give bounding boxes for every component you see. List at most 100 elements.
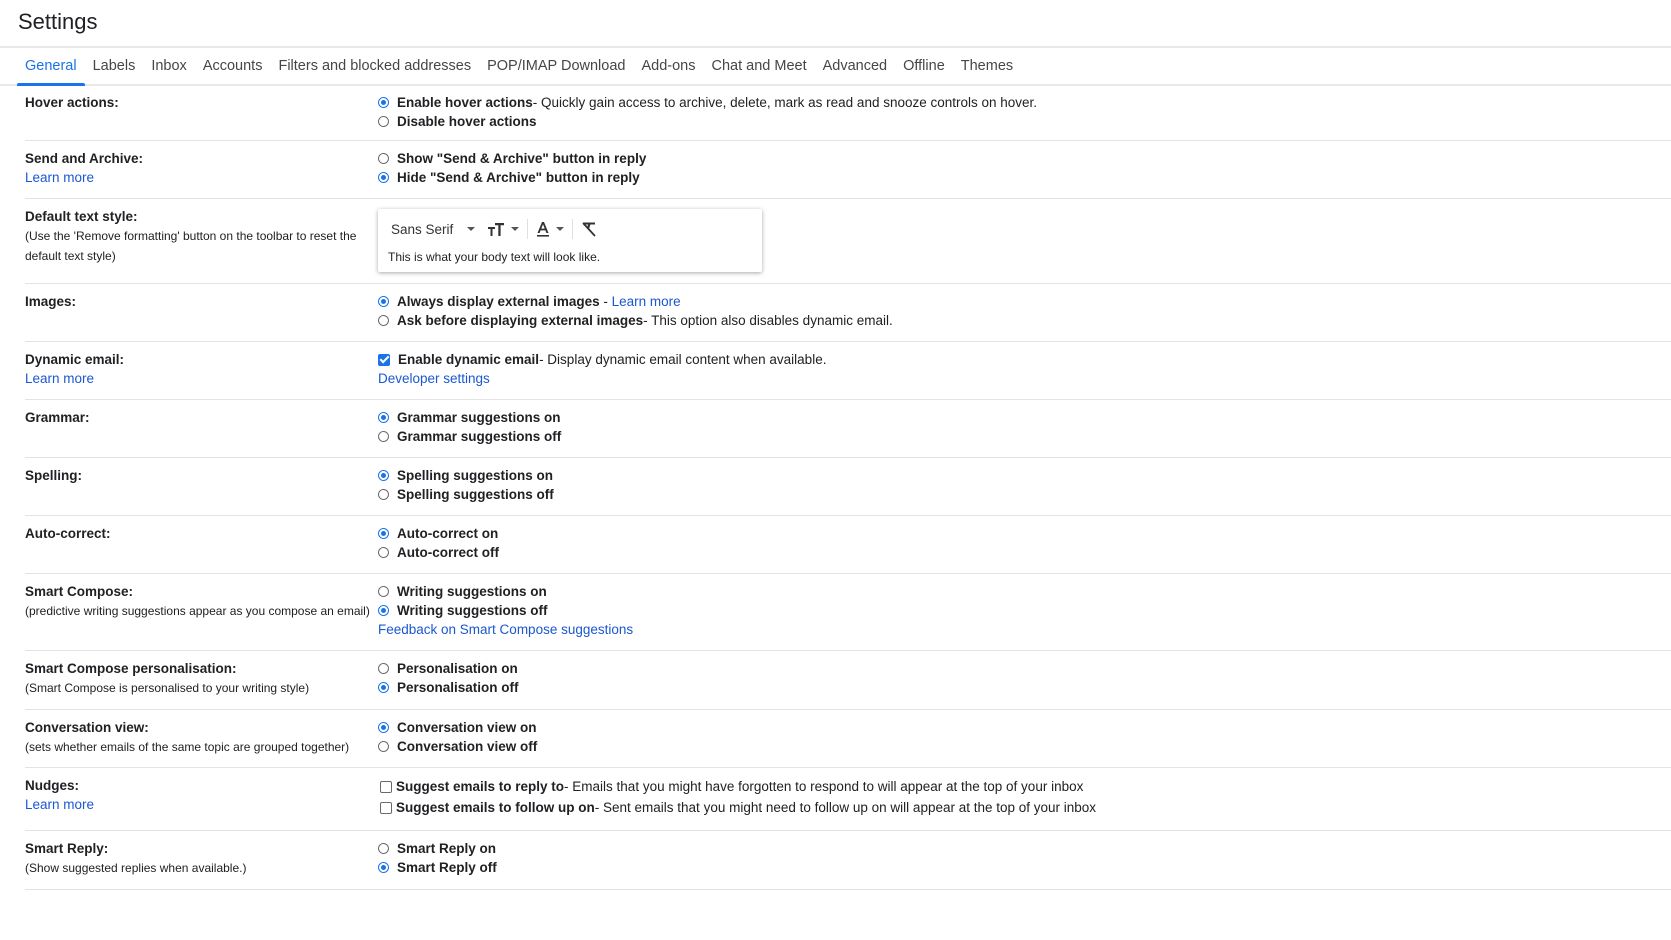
suggest-follow-up-option[interactable]: Suggest emails to follow up on - Sent em… [378, 797, 1096, 818]
option-label: Smart Reply on [397, 841, 497, 856]
spelling-off-option[interactable]: Spelling suggestions off [378, 485, 554, 504]
setting-label: Spelling: [25, 468, 82, 483]
smart-reply-on-option[interactable]: Smart Reply on [378, 839, 497, 858]
learn-more-link[interactable]: Learn more [25, 170, 94, 185]
setting-smart-reply: Smart Reply: (Show suggested replies whe… [25, 831, 1671, 890]
option-description: - Emails that you might have forgotten t… [564, 779, 1084, 794]
tab-advanced[interactable]: Advanced [815, 58, 896, 84]
option-label: Personalisation off [397, 680, 519, 695]
setting-description: (Use the 'Remove formatting' button on t… [25, 229, 357, 263]
auto-correct-on-option[interactable]: Auto-correct on [378, 524, 499, 543]
radio-selected[interactable] [378, 682, 389, 693]
font-family-select[interactable]: Sans Serif [391, 222, 476, 237]
spelling-on-option[interactable]: Spelling suggestions on [378, 466, 554, 485]
option-label: Suggest emails to reply to [396, 779, 565, 794]
personalisation-off-option[interactable]: Personalisation off [378, 678, 519, 697]
radio-selected[interactable] [378, 722, 389, 733]
tab-add-ons[interactable]: Add-ons [633, 58, 703, 84]
setting-label: Dynamic email: [25, 352, 125, 367]
text-color-button[interactable] [536, 221, 565, 237]
tab-themes[interactable]: Themes [953, 58, 1021, 84]
setting-conversation-view: Conversation view: (sets whether emails … [25, 710, 1671, 768]
show-send-archive-option[interactable]: Show "Send & Archive" button in reply [378, 149, 646, 168]
tab-filters[interactable]: Filters and blocked addresses [270, 58, 479, 84]
tab-general[interactable]: General [17, 58, 85, 86]
setting-label: Grammar: [25, 410, 90, 425]
tab-offline[interactable]: Offline [895, 58, 953, 84]
learn-more-link[interactable]: Learn more [25, 797, 94, 812]
writing-suggestions-on-option[interactable]: Writing suggestions on [378, 582, 633, 601]
setting-default-text-style: Default text style: (Use the 'Remove for… [25, 199, 1671, 284]
conversation-view-off-option[interactable]: Conversation view off [378, 737, 537, 756]
checkbox-checked[interactable] [378, 353, 390, 366]
option-label: Writing suggestions off [397, 603, 548, 618]
tab-inbox[interactable]: Inbox [143, 58, 194, 84]
always-display-images-option[interactable]: Always display external images - Learn m… [378, 292, 893, 311]
option-label: Conversation view off [397, 739, 538, 754]
setting-description: (sets whether emails of the same topic a… [25, 740, 350, 754]
learn-more-link[interactable]: Learn more [612, 292, 681, 311]
radio-unselected[interactable] [378, 153, 389, 164]
option-separator: - [599, 294, 612, 309]
setting-smart-compose: Smart Compose: (predictive writing sugge… [25, 574, 1671, 651]
settings-list: Hover actions: Enable hover actions - Qu… [25, 85, 1671, 890]
developer-settings-link[interactable]: Developer settings [378, 369, 490, 388]
option-description: - Sent emails that you might need to fol… [594, 800, 1097, 815]
suggest-reply-option[interactable]: Suggest emails to reply to - Emails that… [378, 776, 1096, 797]
text-size-icon [488, 223, 505, 236]
radio-unselected[interactable] [378, 547, 389, 558]
writing-suggestions-off-option[interactable]: Writing suggestions off [378, 601, 633, 620]
hide-send-archive-option[interactable]: Hide "Send & Archive" button in reply [378, 168, 646, 187]
radio-selected[interactable] [378, 470, 389, 481]
radio-unselected[interactable] [378, 663, 389, 674]
option-label: Disable hover actions [397, 114, 537, 129]
chevron-down-icon [467, 227, 476, 231]
radio-selected[interactable] [378, 296, 389, 307]
radio-selected[interactable] [378, 97, 389, 108]
setting-send-archive: Send and Archive: Learn more Show "Send … [25, 141, 1671, 199]
radio-unselected[interactable] [378, 116, 389, 127]
grammar-on-option[interactable]: Grammar suggestions on [378, 408, 561, 427]
radio-unselected[interactable] [378, 586, 389, 597]
personalisation-on-option[interactable]: Personalisation on [378, 659, 519, 678]
option-description: - This option also disables dynamic emai… [643, 313, 893, 328]
enable-hover-actions-option[interactable]: Enable hover actions - Quickly gain acce… [378, 93, 1037, 112]
setting-label: Default text style: [25, 209, 138, 224]
tab-labels[interactable]: Labels [85, 58, 144, 84]
checkbox-unchecked[interactable] [380, 801, 392, 814]
radio-unselected[interactable] [378, 843, 389, 854]
disable-hover-actions-option[interactable]: Disable hover actions [378, 112, 1037, 131]
radio-selected[interactable] [378, 605, 389, 616]
auto-correct-off-option[interactable]: Auto-correct off [378, 543, 499, 562]
smart-compose-feedback-link[interactable]: Feedback on Smart Compose suggestions [378, 620, 633, 639]
remove-formatting-icon[interactable] [581, 221, 597, 237]
radio-selected[interactable] [378, 528, 389, 539]
ask-before-displaying-option[interactable]: Ask before displaying external images - … [378, 311, 893, 330]
tab-pop-imap[interactable]: POP/IMAP Download [479, 58, 633, 84]
checkbox-unchecked[interactable] [380, 780, 392, 793]
radio-unselected[interactable] [378, 315, 389, 326]
enable-dynamic-email-option[interactable]: Enable dynamic email - Display dynamic e… [378, 350, 826, 369]
radio-unselected[interactable] [378, 489, 389, 500]
setting-description: (predictive writing suggestions appear a… [25, 604, 370, 618]
tab-chat-meet[interactable]: Chat and Meet [703, 58, 814, 84]
font-size-button[interactable] [487, 222, 520, 236]
tab-accounts[interactable]: Accounts [195, 58, 271, 84]
grammar-off-option[interactable]: Grammar suggestions off [378, 427, 561, 446]
setting-label: Auto-correct: [25, 526, 111, 541]
setting-label: Smart Reply: [25, 841, 109, 856]
radio-selected[interactable] [378, 412, 389, 423]
radio-unselected[interactable] [378, 431, 389, 442]
radio-unselected[interactable] [378, 741, 389, 752]
learn-more-link[interactable]: Learn more [25, 371, 94, 386]
radio-selected[interactable] [378, 172, 389, 183]
smart-reply-off-option[interactable]: Smart Reply off [378, 858, 497, 877]
conversation-view-on-option[interactable]: Conversation view on [378, 718, 537, 737]
setting-label: Send and Archive: [25, 151, 144, 166]
radio-selected[interactable] [378, 862, 389, 873]
option-label: Writing suggestions on [397, 584, 547, 599]
text-color-icon [537, 222, 550, 237]
settings-header: Settings [0, 0, 1671, 48]
option-label: Hide "Send & Archive" button in reply [397, 170, 640, 185]
text-style-editor: Sans Serif This is what your body text w… [378, 209, 762, 272]
